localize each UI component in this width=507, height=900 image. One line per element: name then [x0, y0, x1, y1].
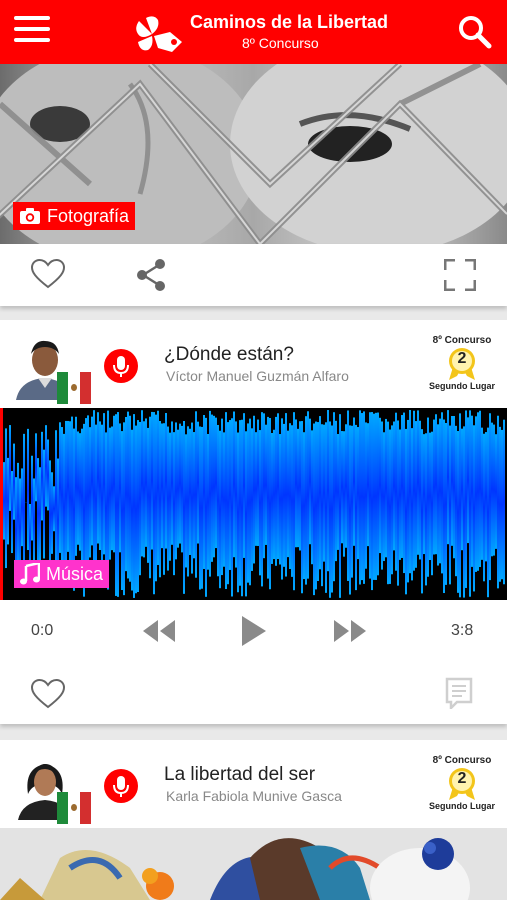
total-time: 3:8 [451, 622, 474, 639]
rewind-icon[interactable] [141, 618, 177, 644]
hamburger-menu-icon[interactable] [14, 16, 50, 48]
lyrics-icon[interactable] [445, 677, 473, 709]
category-label: Fotografía [47, 205, 130, 226]
share-icon[interactable] [135, 258, 167, 292]
category-badge-musica[interactable]: Música [14, 560, 110, 588]
post-author[interactable]: Karla Fabiola Munive Gasca [166, 788, 342, 804]
award-place-label: Segundo Lugar [429, 381, 495, 391]
mexico-flag-icon [57, 372, 91, 404]
post-title[interactable]: La libertad del ser [164, 764, 315, 786]
award-contest-label: 8º Concurso [432, 755, 492, 766]
award-place-number: 2 [457, 350, 467, 367]
award-place-number: 2 [457, 770, 467, 787]
post-header: La libertad del ser Karla Fabiola Munive… [0, 740, 507, 828]
camera-icon [20, 208, 40, 224]
fast-forward-icon[interactable] [332, 618, 368, 644]
heart-icon[interactable] [31, 259, 65, 289]
fullscreen-icon[interactable] [444, 259, 476, 291]
microphone-icon [104, 349, 138, 383]
post-author[interactable]: Víctor Manuel Guzmán Alfaro [166, 368, 349, 384]
post-actions-bar [0, 244, 507, 306]
medal-icon: 2 [447, 347, 477, 381]
award-badge: 8º Concurso 2 Segundo Lugar [420, 755, 504, 811]
award-badge: 8º Concurso 2 Segundo Lugar [420, 335, 504, 391]
photo-textile-art-image [0, 828, 507, 900]
app-header: Caminos de la Libertad 8º Concurso [0, 0, 507, 64]
category-badge-fotografia[interactable]: Fotografía [13, 202, 136, 230]
app-subtitle: 8º Concurso [242, 35, 319, 51]
post-photo-image[interactable] [0, 828, 507, 900]
app-title: Caminos de la Libertad [190, 12, 389, 32]
post-photo-image[interactable]: Fotografía [0, 64, 507, 244]
award-place-label: Segundo Lugar [429, 801, 495, 811]
post-header: ¿Dónde están? Víctor Manuel Guzmán Alfar… [0, 320, 507, 408]
brand-logo-icon [136, 16, 182, 52]
heart-icon[interactable] [31, 679, 65, 709]
audio-waveform[interactable]: Música [0, 408, 507, 600]
current-time: 0:0 [31, 622, 54, 639]
post-title[interactable]: ¿Dónde están? [164, 344, 294, 366]
microphone-icon [104, 769, 138, 803]
music-note-icon [20, 563, 40, 585]
category-label: Música [46, 563, 104, 584]
audio-player: 0:0 3:8 [0, 600, 507, 724]
search-icon[interactable] [458, 15, 492, 49]
medal-icon: 2 [447, 767, 477, 801]
award-contest-label: 8º Concurso [432, 335, 492, 346]
play-icon[interactable] [240, 614, 268, 648]
mexico-flag-icon [57, 792, 91, 824]
